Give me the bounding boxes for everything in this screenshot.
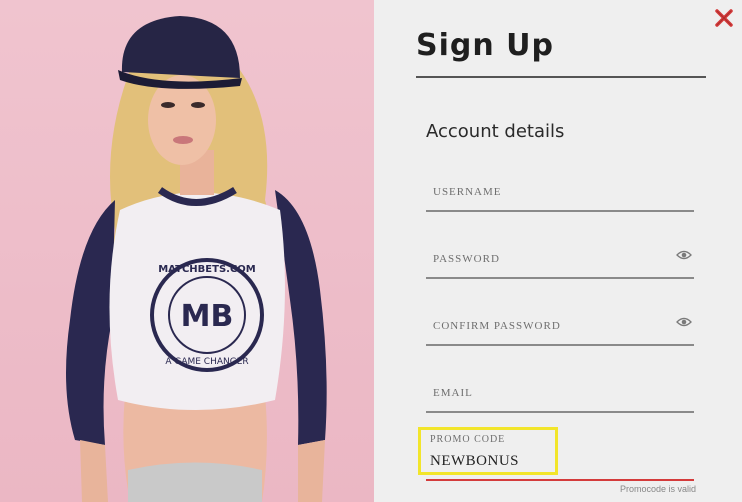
promo-code-label: PROMO CODE [430, 434, 506, 445]
promo-code-input[interactable]: NEWBONUS [430, 453, 519, 470]
title-divider [416, 76, 706, 78]
close-icon [715, 9, 733, 27]
close-button[interactable] [714, 8, 734, 28]
confirm-password-field[interactable]: CONFIRM PASSWORD [426, 312, 694, 346]
section-title: Account details [426, 121, 565, 142]
username-field[interactable]: USERNAME [426, 178, 694, 212]
password-input[interactable] [426, 245, 694, 277]
shirt-brand-text: MATCHBETS.COM [158, 264, 256, 275]
username-input[interactable] [426, 178, 694, 210]
promo-validation-message: Promocode is valid [619, 484, 696, 494]
page-title: Sign Up [416, 28, 555, 63]
signup-panel: Sign Up Account details USERNAME PASSWOR… [374, 0, 742, 502]
confirm-password-input[interactable] [426, 312, 694, 344]
email-input[interactable] [426, 379, 694, 411]
hero-model-illustration: MB MATCHBETS.COM A GAME CHANGER [66, 16, 327, 502]
email-field[interactable]: EMAIL [426, 379, 694, 413]
eye-icon[interactable] [676, 316, 692, 328]
shirt-monogram: MB [181, 299, 234, 334]
promo-code-field[interactable]: PROMO CODE NEWBONUS [418, 425, 694, 481]
password-field[interactable]: PASSWORD [426, 245, 694, 279]
eye-icon[interactable] [676, 249, 692, 261]
shirt-tagline-text: A GAME CHANGER [165, 357, 248, 367]
hero-image: MB MATCHBETS.COM A GAME CHANGER [0, 0, 374, 502]
